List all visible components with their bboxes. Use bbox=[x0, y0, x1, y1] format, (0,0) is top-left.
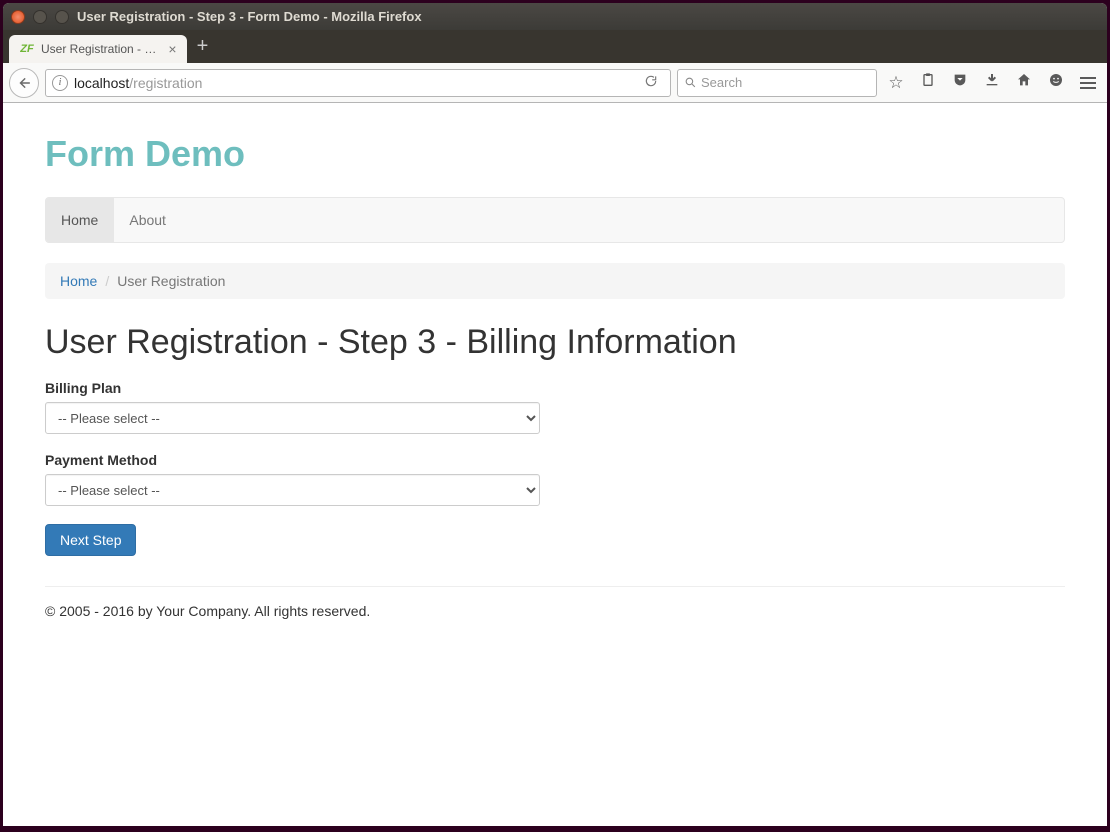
page-viewport: Form Demo Home About Home / User Registr… bbox=[3, 103, 1107, 826]
breadcrumb: Home / User Registration bbox=[45, 263, 1065, 299]
site-brand: Form Demo bbox=[45, 133, 1065, 175]
new-tab-button[interactable]: + bbox=[197, 35, 209, 58]
window-close-button[interactable] bbox=[11, 10, 25, 24]
favicon-icon: ZF bbox=[19, 41, 35, 57]
search-placeholder: Search bbox=[701, 75, 742, 90]
window-title: User Registration - Step 3 - Form Demo -… bbox=[77, 9, 422, 24]
tab-title: User Registration - … bbox=[41, 42, 156, 56]
billing-plan-group: Billing Plan -- Please select -- bbox=[45, 380, 1065, 434]
nav-home[interactable]: Home bbox=[46, 198, 114, 242]
breadcrumb-home[interactable]: Home bbox=[60, 273, 97, 289]
reload-button[interactable] bbox=[638, 74, 664, 91]
page-container: Form Demo Home About Home / User Registr… bbox=[45, 103, 1065, 659]
breadcrumb-current: User Registration bbox=[117, 273, 225, 289]
pocket-button[interactable] bbox=[947, 72, 973, 93]
tab-close-button[interactable]: × bbox=[168, 41, 176, 57]
search-icon bbox=[684, 76, 697, 89]
browser-tab-active[interactable]: ZF User Registration - … × bbox=[9, 35, 187, 63]
browser-search-bar[interactable]: Search bbox=[677, 69, 877, 97]
back-button[interactable] bbox=[9, 68, 39, 98]
window-maximize-button[interactable] bbox=[55, 10, 69, 24]
browser-tabstrip: ZF User Registration - … × + bbox=[3, 30, 1107, 63]
window-minimize-button[interactable] bbox=[33, 10, 47, 24]
downloads-button[interactable] bbox=[979, 72, 1005, 93]
menu-button[interactable] bbox=[1075, 77, 1101, 89]
next-step-button[interactable]: Next Step bbox=[45, 524, 136, 556]
url-text: localhost/registration bbox=[74, 75, 632, 91]
page-title: User Registration - Step 3 - Billing Inf… bbox=[45, 323, 1065, 362]
smiley-icon[interactable] bbox=[1043, 72, 1069, 93]
url-path: /registration bbox=[129, 75, 202, 91]
clipboard-icon[interactable] bbox=[915, 72, 941, 93]
nav-about[interactable]: About bbox=[114, 198, 181, 242]
footer-copyright: © 2005 - 2016 by Your Company. All right… bbox=[45, 603, 1065, 619]
browser-toolbar: i localhost/registration Search ☆ bbox=[3, 63, 1107, 103]
bookmark-star-button[interactable]: ☆ bbox=[883, 73, 909, 93]
home-button[interactable] bbox=[1011, 72, 1037, 93]
billing-plan-select[interactable]: -- Please select -- bbox=[45, 402, 540, 434]
billing-plan-label: Billing Plan bbox=[45, 380, 1065, 396]
window-titlebar: User Registration - Step 3 - Form Demo -… bbox=[3, 3, 1107, 30]
arrow-left-icon bbox=[17, 76, 31, 90]
url-host: localhost bbox=[74, 75, 129, 91]
url-bar[interactable]: i localhost/registration bbox=[45, 69, 671, 97]
site-info-icon[interactable]: i bbox=[52, 75, 68, 91]
firefox-window: User Registration - Step 3 - Form Demo -… bbox=[3, 3, 1107, 826]
reload-icon bbox=[644, 74, 658, 88]
payment-method-select[interactable]: -- Please select -- bbox=[45, 474, 540, 506]
main-nav: Home About bbox=[45, 197, 1065, 243]
footer-divider bbox=[45, 586, 1065, 587]
payment-method-group: Payment Method -- Please select -- bbox=[45, 452, 1065, 506]
payment-method-label: Payment Method bbox=[45, 452, 1065, 468]
breadcrumb-separator: / bbox=[105, 273, 109, 289]
